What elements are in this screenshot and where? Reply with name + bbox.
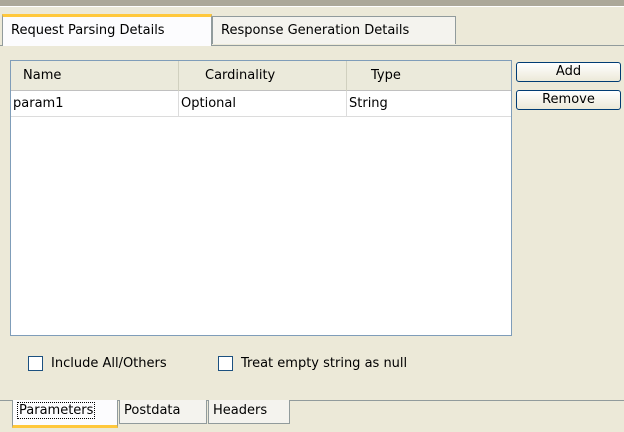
checkbox-label: Include All/Others bbox=[51, 356, 167, 371]
add-button[interactable]: Add bbox=[516, 62, 621, 82]
cell-type[interactable]: String bbox=[347, 91, 511, 116]
tab-request-parsing-details[interactable]: Request Parsing Details bbox=[2, 14, 212, 46]
tab-parameters[interactable]: Parameters bbox=[12, 400, 118, 428]
cell-cardinality[interactable]: Optional bbox=[179, 91, 347, 116]
column-header-type[interactable]: Type bbox=[347, 61, 511, 91]
parameters-table[interactable]: Name Cardinality Type param1 Optional St… bbox=[10, 60, 512, 336]
tab-label: Headers bbox=[213, 403, 268, 418]
properties-panel: Request Parsing Details Response Generat… bbox=[0, 0, 624, 432]
remove-button[interactable]: Remove bbox=[516, 90, 621, 110]
tab-headers[interactable]: Headers bbox=[208, 400, 290, 424]
table-row[interactable]: param1 Optional String bbox=[11, 91, 511, 117]
checkbox-box[interactable] bbox=[218, 356, 233, 371]
table-header: Name Cardinality Type bbox=[11, 61, 511, 91]
column-header-cardinality[interactable]: Cardinality bbox=[179, 61, 347, 91]
column-header-name[interactable]: Name bbox=[11, 61, 179, 91]
checkbox-label: Treat empty string as null bbox=[241, 356, 408, 371]
tab-label: Response Generation Details bbox=[221, 23, 410, 38]
top-border bbox=[0, 0, 624, 7]
checkbox-box[interactable] bbox=[28, 356, 43, 371]
treat-empty-string-as-null-checkbox[interactable]: Treat empty string as null bbox=[218, 354, 407, 374]
tab-label: Parameters bbox=[17, 402, 96, 419]
tab-label: Request Parsing Details bbox=[11, 23, 165, 38]
tab-response-generation-details[interactable]: Response Generation Details bbox=[212, 16, 456, 44]
include-all-others-checkbox[interactable]: Include All/Others bbox=[28, 354, 167, 374]
tab-label: Postdata bbox=[124, 403, 181, 418]
cell-name[interactable]: param1 bbox=[11, 91, 179, 116]
tab-postdata[interactable]: Postdata bbox=[119, 400, 207, 424]
